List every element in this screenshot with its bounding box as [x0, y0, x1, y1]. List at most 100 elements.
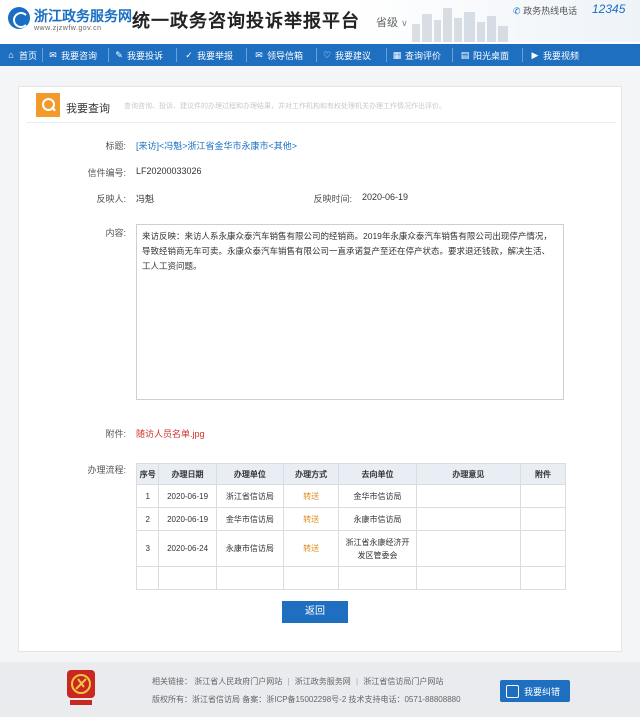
row-attachment [520, 484, 566, 508]
nav-divider [522, 48, 523, 62]
report-time-value: 2020-06-19 [362, 192, 409, 202]
nav-item-report[interactable]: ✓ 我要举报 [184, 44, 233, 66]
subject-value: [来访]<冯魁>浙江省金华市永康市<其他> [136, 141, 298, 151]
nav-item-video[interactable]: ▶ 我要视频 [530, 44, 579, 66]
nav-label: 我要举报 [197, 50, 234, 61]
column-header: 附件 [520, 463, 566, 485]
province-selector[interactable]: 省级 ∨ [376, 14, 408, 30]
nav-label: 首页 [19, 50, 38, 61]
row-number: 2 [135, 507, 160, 531]
chevron-down-icon: ∨ [401, 18, 408, 28]
row-opinion [415, 530, 522, 567]
query-description: 查询咨询、投诉、建议件的办理过程和办理结果，并对工作机构和有权处理机关办理工作情… [124, 103, 446, 110]
row-unit: 浙江省信访局 [215, 484, 285, 508]
nav-item-sunshine-desktop[interactable]: ▤ 阳光桌面 [460, 44, 509, 66]
desktop-icon: ▤ [460, 50, 470, 60]
process-table: 序号 办理日期 办理单位 办理方式 去向单位 办理意见 附件 1 2020-06… [135, 463, 566, 590]
letter-number-value: LF20200033026 [136, 166, 202, 176]
search-icon [36, 93, 60, 117]
subject-label: 标题: [105, 141, 126, 151]
row-unit: 永康市信访局 [215, 530, 285, 567]
process-label: 办理流程: [87, 465, 126, 475]
main-nav: ⌂ 首页 ✉ 我要咨询 ✎ 我要投诉 ✓ 我要举报 ✉ 领导信箱 ♡ 我要建议 ▦ 查询评价 … [0, 44, 640, 66]
content-textarea: 来访反映：来访人系永康众泰汽车销售有限公司的经销商。2019年永康众泰汽车销售有… [136, 224, 564, 400]
row-number: 3 [135, 530, 160, 567]
section-divider [26, 122, 616, 123]
hotline-text: 政务热线电话 [523, 6, 578, 16]
nav-divider [316, 48, 317, 62]
footer-link-gov[interactable]: 浙江省人民政府门户网站 [194, 677, 282, 686]
reporter-value: 冯魁 [136, 194, 155, 204]
nav-divider [108, 48, 109, 62]
footer-links-label: 相关链接： [152, 677, 192, 686]
report-time-label: 反映时间: [313, 194, 352, 204]
row-date: 2020-06-24 [158, 530, 217, 567]
report-error-label: 我要纠错 [524, 686, 561, 697]
error-report-icon [506, 684, 519, 698]
mail-icon: ✉ [255, 50, 263, 60]
site-name[interactable]: 浙江政务服务网 [34, 6, 132, 26]
nav-label: 我要咨询 [61, 50, 98, 61]
back-button[interactable]: 返回 [282, 601, 348, 623]
footer-copyright: 版权所有：浙江省信访局 备案：浙ICP备15002298号-2 技术支持电话：0… [152, 695, 461, 704]
footer-link-xinfang[interactable]: 浙江省信访局门户网站 [363, 677, 443, 686]
table-row: 2 2020-06-19 金华市信访局 转送 永康市信访局 [135, 507, 566, 531]
table-row: 1 2020-06-19 浙江省信访局 转送 金华市信访局 [135, 484, 566, 508]
site-url: www.zjzwfw.gov.cn [34, 25, 102, 32]
row-attachment [520, 530, 566, 567]
nav-label: 我要视频 [543, 50, 580, 61]
row-target: 金华市信访局 [338, 484, 417, 508]
pencil-icon: ✎ [115, 50, 123, 60]
row-attachment [520, 507, 566, 531]
column-header: 序号 [135, 463, 160, 485]
attachment-link[interactable]: 随访人员名单.jpg [136, 427, 205, 440]
row-target: 浙江省永康经济开发区管委会 [338, 530, 417, 567]
province-selector-label: 省级 [376, 17, 398, 29]
site-header: 浙江政务服务网 www.zjzwfw.gov.cn 统一政务咨询投诉举报平台 省… [0, 0, 640, 42]
nav-item-complaint[interactable]: ✎ 我要投诉 [114, 44, 163, 66]
footer-links: 相关链接： 浙江省人民政府门户网站 | 浙江政务服务网 | 浙江省信访局门户网站 [152, 677, 444, 686]
chat-icon: ✉ [49, 50, 57, 60]
column-header: 办理意见 [415, 463, 522, 485]
column-header: 办理日期 [158, 463, 217, 485]
phone-icon: ✆ [513, 6, 521, 16]
nav-item-query-evaluate[interactable]: ▦ 查询评价 [392, 44, 441, 66]
report-error-button[interactable]: 我要纠错 [500, 680, 570, 702]
nav-item-leader-mailbox[interactable]: ✉ 领导信箱 [254, 44, 303, 66]
table-header-row: 序号 办理日期 办理单位 办理方式 去向单位 办理意见 附件 [135, 463, 566, 485]
party-emblem-icon [67, 670, 95, 705]
nav-divider [386, 48, 387, 62]
nav-item-suggestion[interactable]: ♡ 我要建议 [322, 44, 371, 66]
column-header: 办理方式 [283, 463, 340, 485]
row-mode: 转送 [283, 484, 340, 508]
nav-divider [452, 48, 453, 62]
row-opinion [415, 507, 522, 531]
nav-divider [176, 48, 177, 62]
nav-divider [246, 48, 247, 62]
row-mode: 转送 [283, 530, 340, 567]
nav-label: 我要投诉 [127, 50, 164, 61]
row-date: 2020-06-19 [158, 507, 217, 531]
table-row: 3 2020-06-24 永康市信访局 转送 浙江省永康经济开发区管委会 [135, 530, 566, 567]
nav-label: 我要建议 [335, 50, 372, 61]
hotline-number: 12345 [592, 2, 626, 16]
site-logo-icon[interactable] [8, 7, 30, 29]
row-mode: 转送 [283, 507, 340, 531]
grid-icon: ▦ [392, 50, 402, 60]
check-icon: ✓ [185, 50, 193, 60]
footer-link-zjzwfw[interactable]: 浙江政务服务网 [295, 677, 351, 686]
attachment-label: 附件: [105, 429, 126, 439]
row-target: 永康市信访局 [338, 507, 417, 531]
video-icon: ▶ [531, 50, 539, 60]
nav-label: 领导信箱 [267, 50, 304, 61]
nav-item-consult[interactable]: ✉ 我要咨询 [48, 44, 97, 66]
heart-icon: ♡ [322, 50, 332, 60]
row-date: 2020-06-19 [158, 484, 217, 508]
column-header: 去向单位 [338, 463, 417, 485]
platform-title: 统一政务咨询投诉举报平台 [132, 11, 360, 32]
nav-item-home[interactable]: ⌂ 首页 [6, 44, 37, 66]
home-icon: ⌂ [8, 50, 14, 60]
row-number: 1 [135, 484, 160, 508]
hotline-label: ✆ 政务热线电话 [513, 4, 577, 17]
nav-divider [42, 48, 43, 62]
